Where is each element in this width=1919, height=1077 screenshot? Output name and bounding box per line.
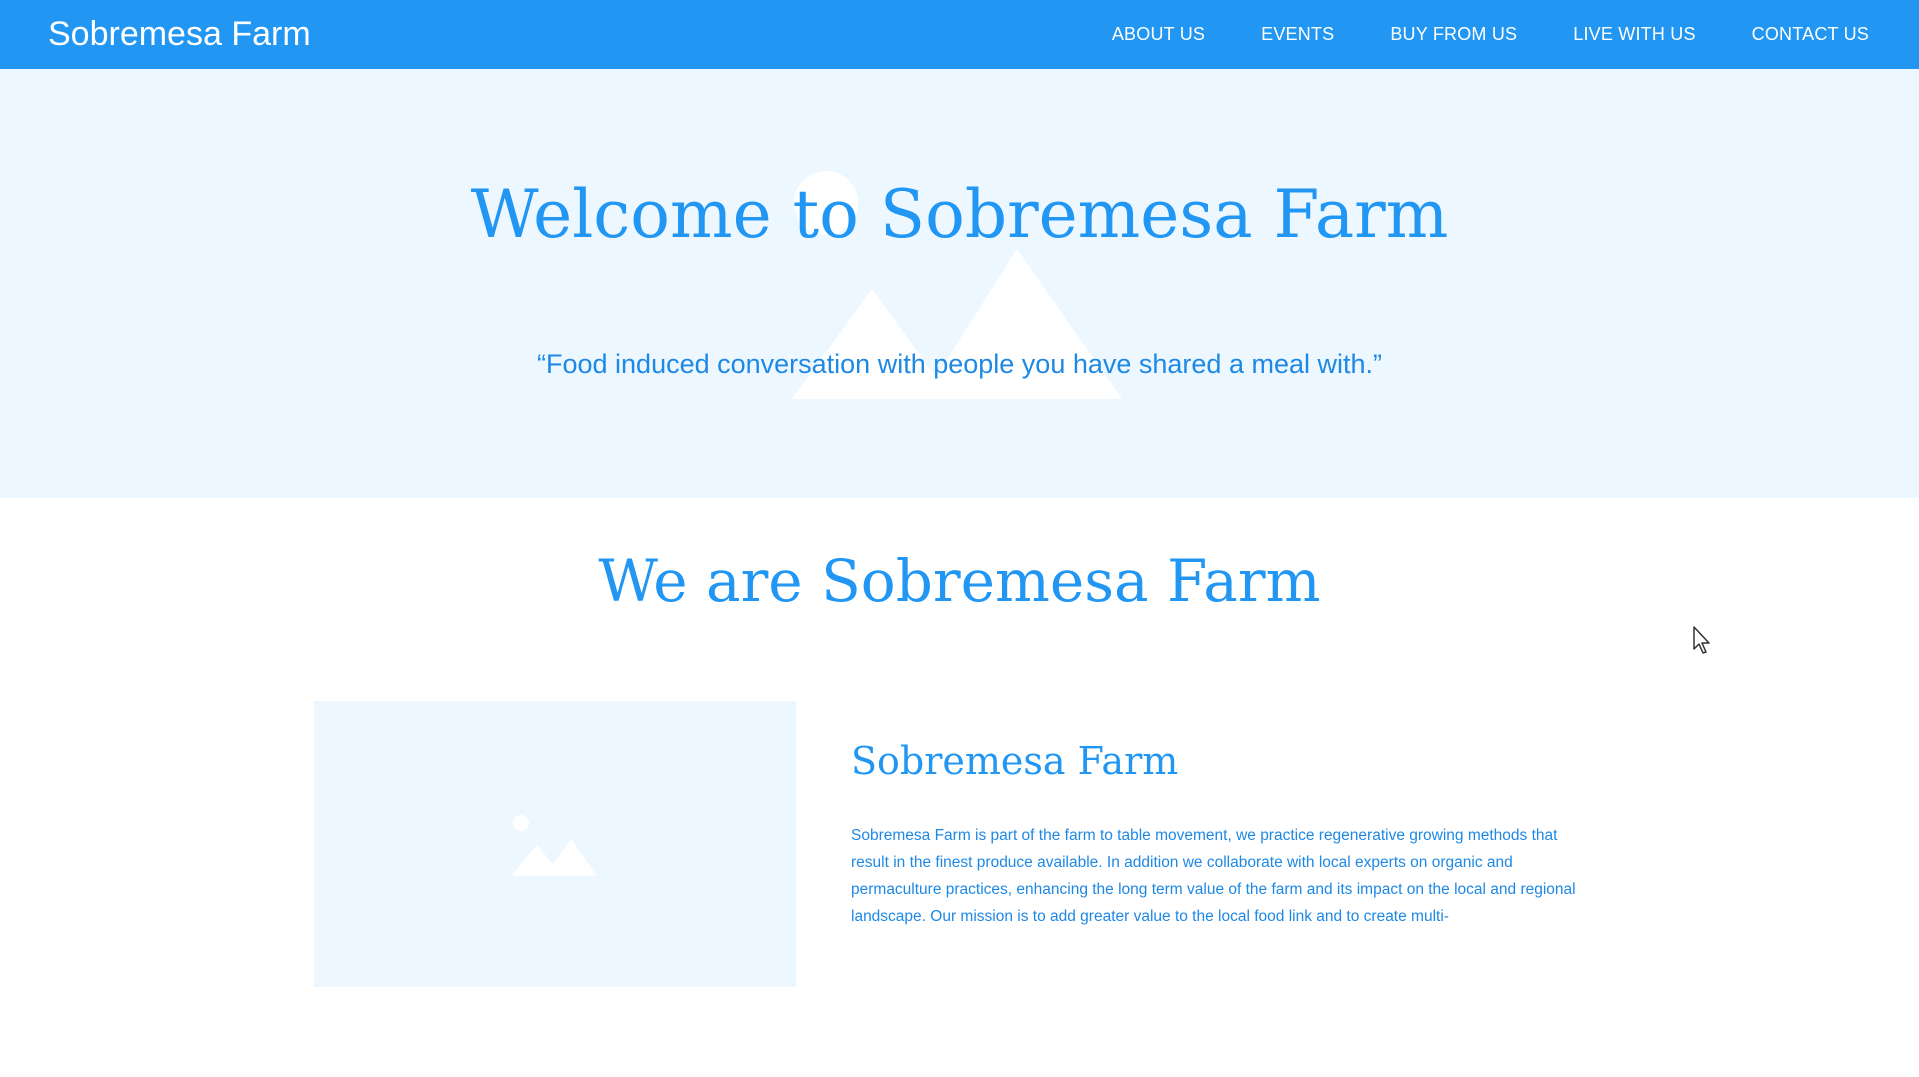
nav-link-about-us[interactable]: ABOUT US (1112, 24, 1205, 45)
image-placeholder-icon (511, 815, 597, 876)
nav-link-events[interactable]: EVENTS (1261, 24, 1334, 45)
about-section-title: We are Sobremesa Farm (598, 547, 1321, 615)
hero-title: Welcome to Sobremesa Farm (470, 176, 1449, 253)
top-navbar: Sobremesa Farm ABOUT US EVENTS BUY FROM … (0, 0, 1919, 69)
brand-logo-link[interactable]: Sobremesa Farm (48, 0, 311, 69)
hero-quote: “Food induced conversation with people y… (537, 349, 1382, 379)
mouse-cursor-icon (1693, 626, 1710, 654)
nav-link-buy-from-us[interactable]: BUY FROM US (1390, 24, 1517, 45)
nav-link-contact-us[interactable]: CONTACT US (1752, 24, 1869, 45)
about-image-placeholder (314, 701, 796, 987)
nav-link-live-with-us[interactable]: LIVE WITH US (1573, 24, 1695, 45)
about-card-text: Sobremesa Farm is part of the farm to ta… (851, 827, 1576, 925)
about-card-title: Sobremesa Farm (851, 739, 1179, 783)
nav-links: ABOUT US EVENTS BUY FROM US LIVE WITH US… (1056, 0, 1869, 69)
hero-section: Welcome to Sobremesa Farm “Food induced … (0, 69, 1919, 498)
